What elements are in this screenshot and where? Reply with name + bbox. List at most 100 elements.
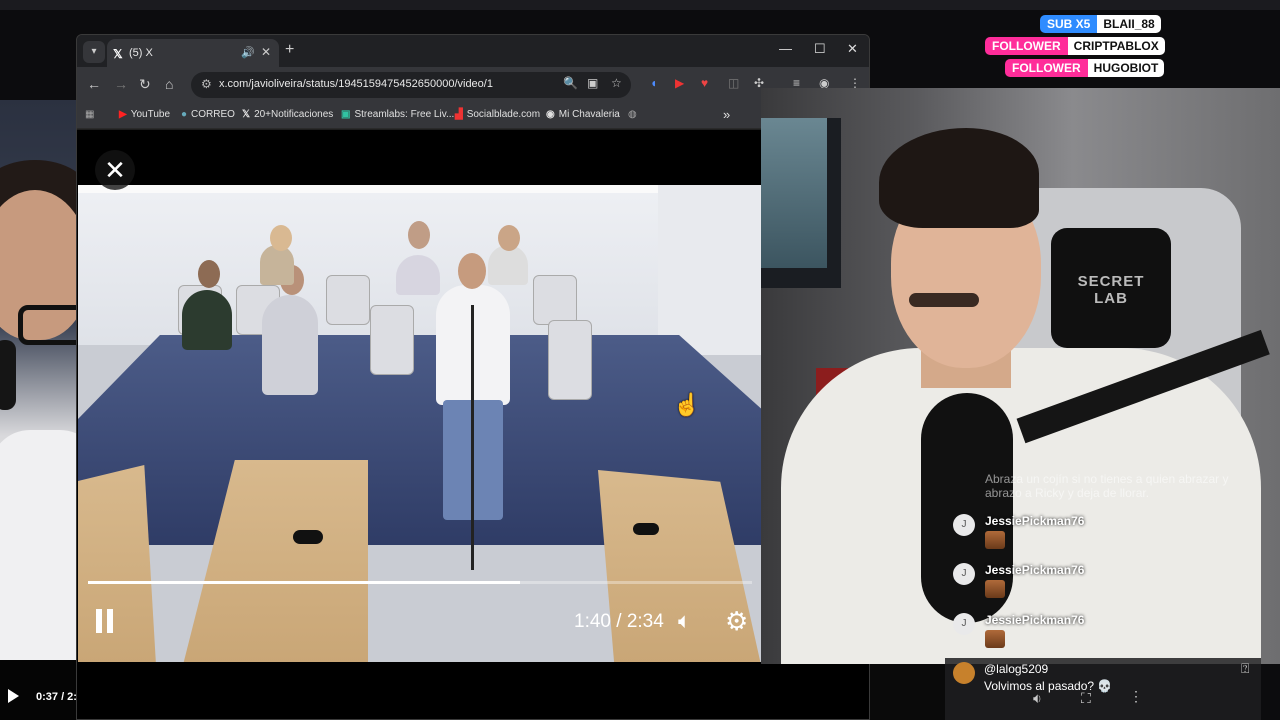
streamlabs-icon: ▣ bbox=[341, 109, 351, 120]
bookmark-streamlabs[interactable]: ▣ Streamlabs: Free Liv... bbox=[341, 109, 454, 120]
bookmark-star-icon[interactable]: ☆ bbox=[611, 76, 622, 90]
bookmark-mi-chavaleria[interactable]: ◉ Mi Chavaleria bbox=[546, 109, 620, 120]
extension-audio-icon[interactable]: ◖ bbox=[650, 76, 657, 90]
site-info-icon[interactable]: ⚙ bbox=[201, 77, 212, 91]
extension-youtube-icon[interactable]: ▶ bbox=[675, 76, 684, 90]
address-toolbar: ← → ↻ ⌂ ⚙ x.com/javioliveira/status/1945… bbox=[77, 67, 869, 103]
video-person bbox=[396, 255, 440, 295]
page-content: 1:40 / 2:34 🔈︎ ⚙ ☝ ✕ bbox=[77, 130, 869, 719]
tab-audio-icon[interactable]: 🔊 bbox=[241, 46, 255, 59]
chat-emote-icon bbox=[985, 630, 1005, 648]
settings-gear-icon[interactable]: ⚙ bbox=[725, 606, 748, 637]
forward-icon[interactable]: → bbox=[114, 76, 128, 92]
background-dark-panel bbox=[870, 664, 945, 720]
bookmark-notificaciones[interactable]: 𝕏 20+Notificaciones bbox=[242, 109, 333, 120]
chat-faded-message: Abraza un cojín si no tienes a quien abr… bbox=[985, 472, 1229, 500]
video-person bbox=[260, 245, 294, 285]
video-desk bbox=[78, 465, 156, 662]
alert-sub: SUB X5 BLAII_88 bbox=[1040, 15, 1161, 33]
left-webcam-feed bbox=[0, 100, 78, 660]
address-bar[interactable]: ⚙ x.com/javioliveira/status/194515947545… bbox=[191, 72, 631, 98]
chat-avatar: J bbox=[953, 514, 975, 536]
video-progress-fill[interactable] bbox=[88, 581, 520, 584]
youtube-icon: ▶ bbox=[119, 109, 127, 120]
x-logo-icon: 𝕏 bbox=[113, 47, 123, 61]
video-microphone bbox=[293, 530, 323, 544]
tab-x[interactable]: 𝕏 (5) X 🔊 ✕ bbox=[107, 39, 279, 67]
background-player-bar bbox=[0, 660, 78, 720]
browser-window: ▾ 𝕏 (5) X 🔊 ✕ + — ☐ ✕ ← → ↻ ⌂ ⚙ x.com/ja… bbox=[76, 34, 870, 720]
back-icon[interactable]: ← bbox=[87, 76, 101, 92]
alert-tag: FOLLOWER bbox=[1005, 59, 1088, 77]
video-chair bbox=[548, 320, 592, 400]
chat-emote-icon bbox=[985, 531, 1005, 549]
chat-username: JessiePickman76 bbox=[985, 514, 1085, 528]
bookmarks-overflow-button[interactable]: » bbox=[723, 107, 730, 122]
fullscreen-icon[interactable]: ⛶ bbox=[1081, 690, 1091, 707]
extension-puzzle-grey-icon[interactable]: ◫ bbox=[728, 76, 739, 90]
cam-streamer-hair bbox=[879, 128, 1039, 228]
video-person-head bbox=[458, 253, 486, 289]
x-icon: 𝕏 bbox=[242, 109, 251, 120]
video-person-head bbox=[498, 225, 520, 251]
tab-strip: ▾ 𝕏 (5) X 🔊 ✕ + — ☐ ✕ bbox=[77, 35, 869, 67]
extension-shield-icon[interactable]: ♥ bbox=[701, 76, 708, 90]
video-chair bbox=[370, 305, 414, 375]
alert-follower: FOLLOWER HUGOBIOT bbox=[1005, 59, 1165, 77]
bookmark-youtube[interactable]: ▶ YouTube bbox=[119, 109, 170, 120]
play-icon[interactable] bbox=[8, 689, 19, 703]
alert-follower: FOLLOWER CRIPTPABLOX bbox=[985, 37, 1165, 55]
chat-avatar: J bbox=[953, 563, 975, 585]
reload-icon[interactable]: ↻ bbox=[139, 76, 151, 93]
alert-user: BLAII_88 bbox=[1097, 15, 1161, 33]
zoom-icon[interactable]: 🔍 bbox=[563, 76, 578, 90]
home-icon[interactable]: ⌂ bbox=[165, 76, 173, 92]
video-time: 1:40 / 2:34 bbox=[574, 611, 664, 632]
tab-close-icon[interactable]: ✕ bbox=[261, 45, 271, 59]
video-chair bbox=[326, 275, 370, 325]
chat-username: JessiePickman76 bbox=[985, 613, 1085, 627]
video-person bbox=[488, 245, 528, 285]
background-player-time: 0:37 / 2:4 bbox=[36, 691, 78, 703]
volume-icon[interactable]: 🔈︎ bbox=[678, 608, 691, 634]
bookmark-socialblade[interactable]: ▟ Socialblade.com bbox=[455, 109, 540, 120]
alert-tag: SUB X5 bbox=[1040, 15, 1098, 33]
pause-icon[interactable] bbox=[94, 609, 114, 633]
bookmark-correo[interactable]: ● CORREO bbox=[181, 109, 235, 120]
address-url: x.com/javioliveira/status/19451594754526… bbox=[219, 78, 493, 90]
chat-message-text: Volvimos al pasado? 💀 bbox=[984, 679, 1113, 693]
streamer-webcam-feed: SECRET LAB bbox=[761, 88, 1280, 664]
tab-search-chevron-icon[interactable]: ▾ bbox=[83, 41, 105, 63]
close-media-button[interactable]: ✕ bbox=[95, 150, 135, 190]
alert-user: HUGOBIOT bbox=[1087, 59, 1165, 77]
video-person-head bbox=[408, 221, 430, 249]
chat-user-avatar bbox=[953, 662, 975, 684]
video-player[interactable]: 1:40 / 2:34 🔈︎ ⚙ ☝ bbox=[78, 185, 761, 662]
globe-icon[interactable]: ◍ bbox=[628, 109, 637, 120]
chat-emote-icon bbox=[985, 580, 1005, 598]
window-close-icon[interactable]: ✕ bbox=[847, 41, 858, 57]
chat-help-icon[interactable]: ⍰ bbox=[1241, 660, 1249, 677]
new-tab-button[interactable]: + bbox=[285, 41, 294, 59]
video-chair bbox=[533, 275, 577, 325]
maximize-icon[interactable]: ☐ bbox=[814, 41, 826, 57]
mouse-cursor-icon: ☝ bbox=[673, 392, 701, 417]
chat-latest-message: @lalog5209 Volvimos al pasado? 💀 ⍰ 🔉︎ ⛶ … bbox=[945, 658, 1261, 720]
secretlab-logo: SECRET LAB bbox=[1051, 228, 1171, 348]
video-right-wall bbox=[658, 185, 761, 355]
minimize-icon[interactable]: — bbox=[779, 41, 792, 56]
more-options-icon[interactable]: ⋮ bbox=[1129, 688, 1143, 705]
cast-icon[interactable]: ▣ bbox=[587, 76, 598, 90]
chat-avatar: J bbox=[953, 613, 975, 635]
apps-grid-icon[interactable]: ▦ bbox=[85, 109, 94, 120]
tab-title: (5) X bbox=[129, 47, 153, 59]
video-microphone bbox=[633, 523, 659, 535]
video-person bbox=[182, 290, 232, 350]
video-mic-stand bbox=[471, 305, 474, 570]
video-person bbox=[262, 295, 318, 395]
video-person-head bbox=[198, 260, 220, 288]
left-cam-shirt bbox=[0, 430, 78, 660]
left-cam-glasses bbox=[18, 305, 78, 345]
alert-user: CRIPTPABLOX bbox=[1067, 37, 1165, 55]
speaker-icon[interactable]: 🔉︎ bbox=[1033, 690, 1042, 707]
